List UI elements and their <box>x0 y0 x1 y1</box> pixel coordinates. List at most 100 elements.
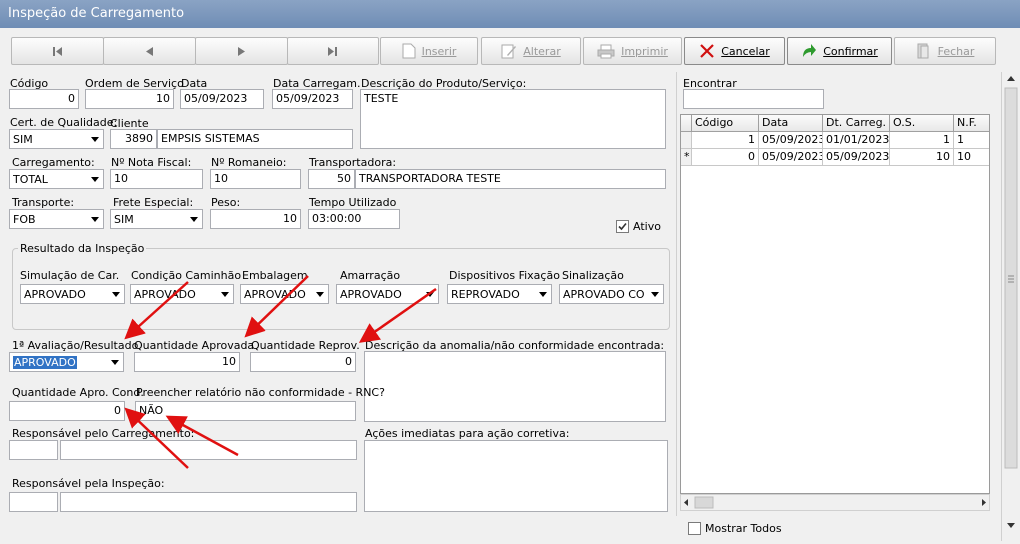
insert-button[interactable]: Inserir <box>380 37 478 65</box>
data-carregam-input[interactable]: 05/09/2023 <box>272 89 353 109</box>
table-row[interactable]: * 0 05/09/2023 05/09/2023 10 10 <box>681 149 989 166</box>
close-button[interactable]: Fechar <box>894 37 996 65</box>
previous-record-button[interactable] <box>103 37 196 65</box>
chevron-down-icon[interactable] <box>86 210 103 228</box>
nota-fiscal-label: Nº Nota Fiscal: <box>111 156 192 169</box>
condicao-caminhao-value: APROVADO <box>134 288 196 301</box>
codigo-input[interactable]: 0 <box>9 89 79 109</box>
tempo-utilizado-label: Tempo Utilizado <box>309 196 397 209</box>
table-cell: 0 <box>692 149 759 166</box>
chevron-down-icon[interactable] <box>311 285 328 303</box>
qtd-aprovada-label: Quantidade Aprovada <box>134 339 255 352</box>
chevron-down-icon[interactable] <box>534 285 551 303</box>
qtd-apro-cond-input[interactable]: 0 <box>9 401 125 421</box>
embalagem-select[interactable]: APROVADO <box>240 284 329 304</box>
nota-fiscal-input[interactable]: 10 <box>110 169 203 189</box>
primeira-avaliacao-label: 1ª Avaliação/Resultado <box>12 339 139 352</box>
mostrar-todos-label: Mostrar Todos <box>705 522 782 535</box>
grid-header-os[interactable]: O.S. <box>890 115 954 132</box>
chevron-down-icon[interactable] <box>106 353 123 371</box>
simulacao-select[interactable]: APROVADO <box>20 284 125 304</box>
transporte-select[interactable]: FOB <box>9 209 104 229</box>
rnc-input[interactable]: NÃO <box>135 401 356 421</box>
grid-horizontal-scrollbar[interactable] <box>680 494 990 511</box>
amarracao-select[interactable]: APROVADO <box>336 284 439 304</box>
carregamento-value: TOTAL <box>13 173 48 186</box>
vertical-scrollbar[interactable] <box>1001 72 1020 541</box>
edit-button[interactable]: Alterar <box>481 37 581 65</box>
table-cell: 01/01/2023 <box>823 132 890 149</box>
descricao-produto-textarea[interactable]: TESTE <box>360 89 666 149</box>
chevron-down-icon[interactable] <box>86 170 103 188</box>
last-record-icon <box>328 46 337 56</box>
acoes-imediatas-label: Ações imediatas para ação corretiva: <box>365 427 570 440</box>
embalagem-value: APROVADO <box>244 288 306 301</box>
scrollbar-arrows-icon <box>684 496 986 509</box>
dispositivos-fixacao-value: REPROVADO <box>451 288 520 301</box>
row-indicator <box>681 132 692 149</box>
condicao-caminhao-label: Condição Caminhão <box>131 269 242 282</box>
cancel-button[interactable]: Cancelar <box>684 37 785 65</box>
transportadora-name-input[interactable]: TRANSPORTADORA TESTE <box>355 169 666 189</box>
chevron-down-icon[interactable] <box>86 130 103 148</box>
mostrar-todos-checkbox[interactable] <box>688 522 701 535</box>
transporte-value: FOB <box>13 213 36 226</box>
chevron-down-icon[interactable] <box>216 285 233 303</box>
chevron-down-icon[interactable] <box>421 285 438 303</box>
close-button-label: Fechar <box>937 44 975 58</box>
chevron-down-icon[interactable] <box>185 210 202 228</box>
last-record-button[interactable] <box>287 37 379 65</box>
grid-header-dt-carreg[interactable]: Dt. Carreg. <box>823 115 890 132</box>
transportadora-code-input[interactable]: 50 <box>308 169 355 189</box>
chevron-down-icon[interactable] <box>646 285 663 303</box>
encontrar-input[interactable] <box>683 89 824 109</box>
resp-inspecao-code-input[interactable] <box>9 492 58 512</box>
sinalizacao-select[interactable]: APROVADO CONI <box>559 284 664 304</box>
descricao-anomalia-textarea[interactable] <box>364 351 666 422</box>
ativo-checkbox[interactable] <box>616 220 629 233</box>
peso-input[interactable]: 10 <box>210 209 301 229</box>
frete-especial-select[interactable]: SIM <box>110 209 203 229</box>
peso-label: Peso: <box>211 196 241 209</box>
next-record-button[interactable] <box>195 37 288 65</box>
scrollbar-arrows-icon <box>1004 76 1018 528</box>
window-title-bar: Inspeção de Carregamento <box>0 0 1020 28</box>
cliente-name-input[interactable]: EMPSIS SISTEMAS <box>157 129 353 149</box>
tempo-utilizado-input[interactable]: 03:00:00 <box>308 209 400 229</box>
cliente-code-input[interactable]: 3890 <box>110 129 157 149</box>
transportadora-label: Transportadora: <box>309 156 397 169</box>
transporte-label: Transporte: <box>12 196 75 209</box>
ativo-label: Ativo <box>633 220 661 233</box>
carregamento-label: Carregamento: <box>12 156 95 169</box>
primeira-avaliacao-select[interactable]: APROVADO <box>9 352 124 372</box>
cert-qualidade-select[interactable]: SIM <box>9 129 104 149</box>
confirm-button[interactable]: Confirmar <box>787 37 892 65</box>
grid-header-nf[interactable]: N.F. <box>954 115 989 132</box>
acoes-imediatas-textarea[interactable] <box>364 440 668 512</box>
records-grid[interactable]: Código Data Dt. Carreg. O.S. N.F. 1 05/0… <box>680 114 990 494</box>
table-cell: 10 <box>890 149 954 166</box>
grid-header-row: Código Data Dt. Carreg. O.S. N.F. <box>681 115 989 132</box>
ordem-servico-input[interactable]: 10 <box>85 89 174 109</box>
qtd-reprov-input[interactable]: 0 <box>250 352 356 372</box>
rnc-label: Preencher relatório não conformidade - R… <box>136 386 385 399</box>
resp-carregamento-code-input[interactable] <box>9 440 58 460</box>
carregamento-select[interactable]: TOTAL <box>9 169 104 189</box>
first-record-button[interactable] <box>11 37 104 65</box>
romaneio-input[interactable]: 10 <box>210 169 301 189</box>
confirm-button-label: Confirmar <box>823 44 878 58</box>
condicao-caminhao-select[interactable]: APROVADO <box>130 284 234 304</box>
qtd-aprovada-input[interactable]: 10 <box>134 352 240 372</box>
table-row[interactable]: 1 05/09/2023 01/01/2023 1 1 <box>681 132 989 149</box>
resp-carregamento-name-input[interactable] <box>60 440 357 460</box>
data-input[interactable]: 05/09/2023 <box>180 89 264 109</box>
resp-inspecao-name-input[interactable] <box>60 492 357 512</box>
grid-header-data[interactable]: Data <box>759 115 823 132</box>
printer-icon <box>597 44 615 58</box>
frete-especial-label: Frete Especial: <box>113 196 194 209</box>
print-button[interactable]: Imprimir <box>583 37 682 65</box>
dispositivos-fixacao-select[interactable]: REPROVADO <box>447 284 552 304</box>
sinalizacao-label: Sinalização <box>562 269 624 282</box>
chevron-down-icon[interactable] <box>107 285 124 303</box>
grid-header-codigo[interactable]: Código <box>692 115 759 132</box>
